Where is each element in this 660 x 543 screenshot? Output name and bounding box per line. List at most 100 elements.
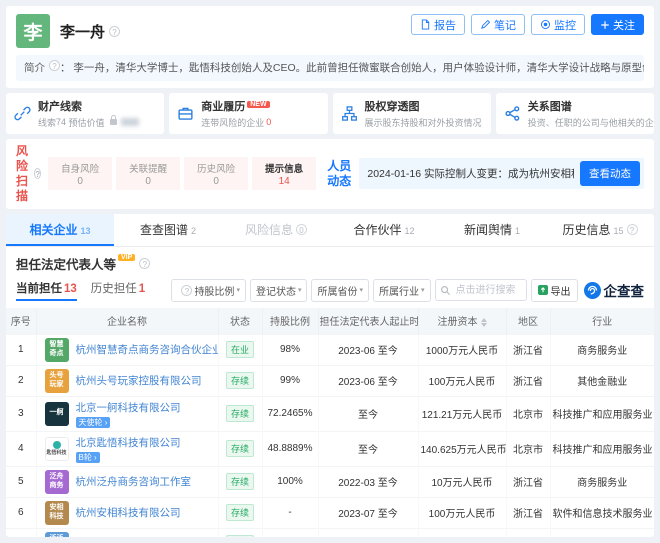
company-link[interactable]: 杭州泛泛而谈科技有限公司	[76, 536, 202, 537]
sort-icon[interactable]	[481, 318, 487, 327]
tab-partners[interactable]: 合作伙伴12	[330, 214, 438, 246]
view-dynamics-button[interactable]: 查看动态	[580, 161, 640, 186]
risk-stat-value: 14	[279, 176, 290, 187]
relation-graph-card-subtitle: 投资、任职的公司与他相关的企业	[528, 116, 654, 129]
qichacha-brand: 企查查	[584, 280, 645, 300]
table-row: 3一舸北京一舸科技有限公司天使轮 ›存续72.2465%至今121.21万元人民…	[6, 396, 654, 431]
search-input[interactable]	[454, 284, 522, 297]
personnel-title: 人员动态	[327, 159, 352, 189]
company-name-block: 北京匙悟科技有限公司 B轮 ›	[76, 435, 181, 463]
company-logo[interactable]: 智慧奇点	[45, 338, 69, 362]
tab-chacha-graph[interactable]: 查查图谱2	[114, 214, 222, 246]
export-button[interactable]: 导出	[531, 279, 578, 302]
vip-badge: VIP	[118, 254, 135, 261]
tab-partners-count: 12	[405, 226, 415, 236]
number-cell: 4	[6, 431, 36, 466]
company-logo[interactable]: 泛舟商务	[45, 470, 69, 494]
equity-chart-icon	[341, 105, 358, 122]
company-cell-inner: 一舸 北京一舸科技有限公司天使轮 ›	[39, 400, 216, 428]
tab-history[interactable]: 历史信息15?	[546, 214, 654, 246]
property-clues-card-subtitle: 线索 74 预估价值	[38, 116, 139, 129]
note-button[interactable]: 笔记	[471, 14, 525, 35]
filter-reg-status[interactable]: 登记状态▾	[250, 279, 308, 302]
subtab-current-count: 13	[64, 283, 77, 295]
monitor-button[interactable]: 监控	[531, 14, 585, 35]
equity-penetration-card[interactable]: 股权穿透图展示股东持股和对外投资情况	[333, 93, 491, 134]
relation-graph-card-title: 关系图谱	[528, 98, 654, 114]
personnel-news-strip: 2024-01-16 实际控制人变更：成为杭州安相科技有限公司的实际控制人 查看…	[359, 158, 644, 189]
relation-graph-card[interactable]: 关系图谱投资、任职的公司与他相关的企业	[496, 93, 654, 134]
company-cell: 一舸 北京一舸科技有限公司天使轮 ›	[36, 396, 218, 431]
company-link[interactable]: 杭州泛舟商务咨询工作室	[76, 474, 192, 489]
number-cell: 2	[6, 365, 36, 396]
equity-penetration-card-body: 股权穿透图展示股东持股和对外投资情况	[365, 98, 482, 129]
risk-stat-value: 0	[77, 176, 83, 187]
pencil-icon	[480, 19, 491, 30]
company-cell: 泛舟商务杭州泛舟商务咨询工作室	[36, 466, 218, 497]
intro-separator: ：	[60, 62, 71, 74]
report-button[interactable]: 报告	[411, 14, 465, 35]
industry-cell: 商务服务业	[550, 466, 654, 497]
logo-text-line: 泛泛	[50, 535, 64, 537]
filter-share-ratio[interactable]: ?持股比例▾	[171, 279, 246, 302]
property-clues-card[interactable]: 财产线索线索 74 预估价值	[6, 93, 164, 134]
funding-tag[interactable]: 天使轮 ›	[76, 417, 111, 428]
industry-cell: 科技推广和应用服务业	[550, 396, 654, 431]
risk-stat-value: 0	[145, 176, 151, 187]
term-cell: 至今	[318, 431, 418, 466]
profile-header: 李 李一舟 ? 报告笔记监控关注 简介?： 李一舟，清华大学博士，匙悟科技创始人…	[6, 6, 654, 88]
risk-scan-bar: 风险扫描? 自身风险0关联提醒0历史风险0提示信息14 人员动态 2024-01…	[6, 139, 654, 209]
company-link[interactable]: 北京一舸科技有限公司	[76, 400, 181, 415]
tab-risk-info[interactable]: 风险信息0	[222, 214, 330, 246]
ratio-cell: 100%	[262, 466, 318, 497]
tab-news[interactable]: 新闻舆情1	[438, 214, 546, 246]
business-resume-card-subtitle: 连带风险的企业0	[201, 116, 271, 129]
business-resume-card-body: 商业履历NEW 连带风险的企业0	[201, 98, 271, 129]
filter-province[interactable]: 所属省份▾	[311, 279, 369, 302]
tab-related-companies[interactable]: 相关企业13	[6, 214, 114, 246]
filter-share-ratio-label: 持股比例	[194, 283, 234, 298]
section-header: 担任法定代表人等 VIP ?	[6, 247, 654, 273]
logo-text-line: 智慧	[50, 341, 64, 349]
search-box[interactable]	[435, 279, 527, 301]
status-cell: 存续	[218, 466, 262, 497]
logo-text-line: 安相	[50, 504, 64, 512]
avatar: 李	[16, 14, 50, 48]
monitor-icon	[540, 19, 551, 30]
clue-link-icon	[14, 105, 31, 122]
company-logo[interactable]: 安相科技	[45, 501, 69, 525]
risk-stat-label: 自身风险	[61, 161, 99, 175]
intro-label: 简介	[24, 62, 45, 74]
company-logo[interactable]: 泛泛而谈	[45, 532, 69, 537]
company-link[interactable]: 杭州智慧奇点商务咨询合伙企业（有限合伙）	[76, 342, 219, 357]
company-link[interactable]: 北京匙悟科技有限公司	[76, 435, 181, 450]
status-badge: 存续	[226, 504, 254, 521]
table-row: 1智慧奇点杭州智慧奇点商务咨询合伙企业（有限合伙）在业98%2023-06 至今…	[6, 334, 654, 365]
status-badge: 存续	[226, 440, 254, 457]
subtab-current[interactable]: 当前担任13	[16, 280, 77, 301]
business-resume-card-title: 商业履历NEW	[201, 98, 271, 114]
capital-cell: 121.21万元人民币	[418, 396, 506, 431]
company-cell-inner: 泛舟商务杭州泛舟商务咨询工作室	[39, 470, 216, 494]
company-logo[interactable]: 一舸	[45, 402, 69, 426]
logo-text-line: 一舸	[50, 409, 64, 417]
tab-history-count: 15	[614, 226, 624, 236]
company-logo[interactable]: 匙悟科技	[45, 437, 69, 461]
page-title: 李一舟	[60, 21, 105, 42]
company-logo[interactable]: 头号玩家	[45, 369, 69, 393]
capital-cell: 10万元人民币	[418, 466, 506, 497]
lock-icon	[110, 119, 117, 125]
subtab-history[interactable]: 历史担任1	[91, 280, 145, 301]
company-link[interactable]: 杭州头号玩家控股有限公司	[76, 373, 202, 388]
business-resume-card[interactable]: 商业履历NEW 连带风险的企业0	[169, 93, 327, 134]
follow-button[interactable]: 关注	[591, 14, 644, 35]
chevron-down-icon: ▾	[421, 286, 425, 294]
page: 李 李一舟 ? 报告笔记监控关注 简介?： 李一舟，清华大学博士，匙悟科技创始人…	[0, 0, 660, 543]
filter-industry[interactable]: 所属行业▾	[373, 279, 431, 302]
subtab-history-label: 历史担任	[91, 283, 137, 295]
follow-button-label: 关注	[613, 17, 635, 33]
sort-down-icon	[481, 323, 487, 327]
company-link[interactable]: 杭州安相科技有限公司	[76, 505, 181, 520]
column-header-注册资本[interactable]: 注册资本	[418, 308, 506, 335]
funding-tag[interactable]: B轮 ›	[76, 452, 100, 463]
